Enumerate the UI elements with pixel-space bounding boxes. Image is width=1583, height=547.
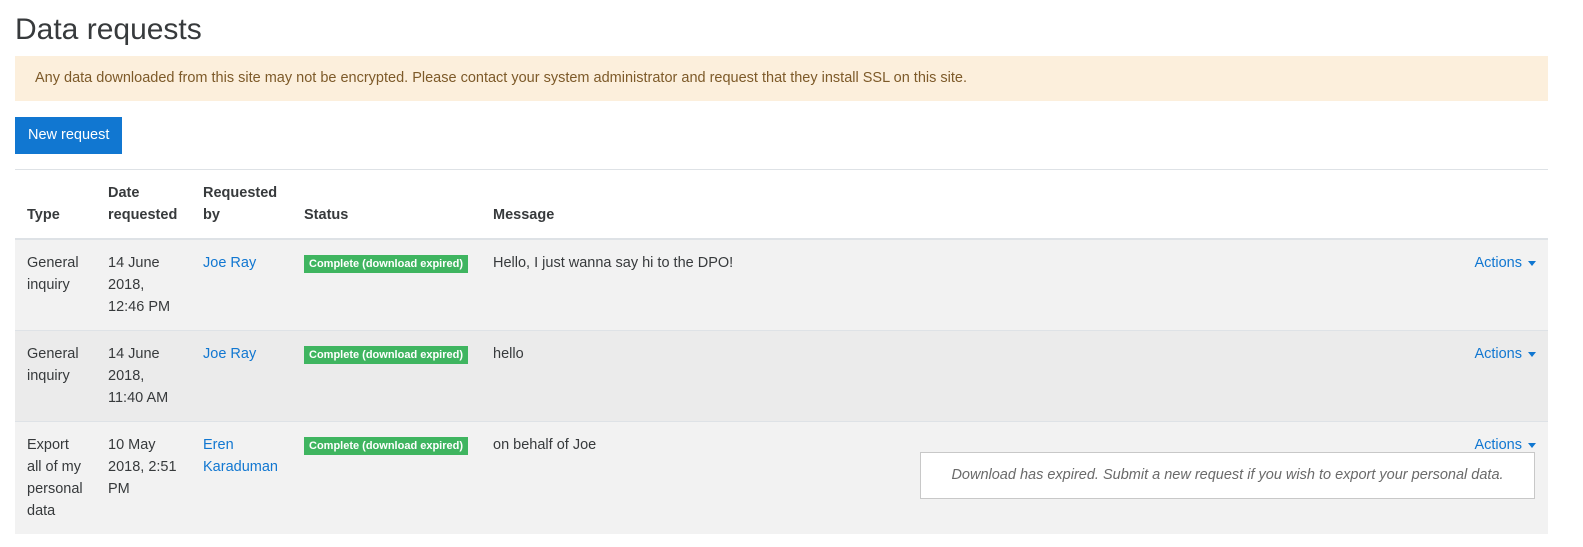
- column-header-requested-by: Requested by: [191, 170, 292, 240]
- table-row: General inquiry 14 June 2018, 11:40 AM J…: [15, 330, 1548, 422]
- cell-status: Complete (download expired): [292, 330, 481, 422]
- actions-menu-button[interactable]: Actions: [1430, 343, 1536, 365]
- actions-label: Actions: [1474, 437, 1522, 453]
- cell-requested-by: Joe Ray: [191, 330, 292, 422]
- cell-type: General inquiry: [15, 330, 96, 422]
- status-badge: Complete (download expired): [304, 346, 469, 364]
- requester-link[interactable]: Eren Karaduman: [203, 437, 278, 475]
- cell-type: General inquiry: [15, 238, 96, 331]
- cell-actions: Actions: [1418, 330, 1548, 422]
- new-request-button[interactable]: New request: [15, 117, 123, 154]
- column-header-date-requested: Date requested: [96, 170, 191, 240]
- page-title: Data requests: [15, 13, 202, 46]
- actions-label: Actions: [1474, 255, 1522, 271]
- column-header-message: Message: [481, 170, 1418, 240]
- requester-link[interactable]: Joe Ray: [203, 346, 256, 362]
- cell-message: hello: [481, 330, 1418, 422]
- column-header-type: Type: [15, 170, 96, 240]
- requester-link[interactable]: Joe Ray: [203, 255, 256, 271]
- cell-date: 14 June 2018, 12:46 PM: [96, 238, 191, 331]
- status-badge: Complete (download expired): [304, 437, 469, 455]
- caret-down-icon: [1528, 260, 1536, 266]
- ssl-warning-alert: Any data downloaded from this site may n…: [15, 56, 1548, 101]
- status-badge: Complete (download expired): [304, 255, 469, 273]
- column-header-actions: [1418, 170, 1548, 240]
- cell-date: 10 May 2018, 2:51 PM: [96, 421, 191, 534]
- cell-status: Complete (download expired): [292, 238, 481, 331]
- cell-requested-by: Joe Ray: [191, 238, 292, 331]
- cell-type: Export all of my personal data: [15, 421, 96, 534]
- table-header-row: Type Date requested Requested by Status …: [15, 170, 1548, 240]
- caret-down-icon: [1528, 351, 1536, 357]
- caret-down-icon: [1528, 442, 1536, 448]
- table-row: General inquiry 14 June 2018, 12:46 PM J…: [15, 238, 1548, 331]
- cell-message: Hello, I just wanna say hi to the DPO!: [481, 238, 1418, 331]
- cell-actions: Actions: [1418, 238, 1548, 331]
- cell-date: 14 June 2018, 11:40 AM: [96, 330, 191, 422]
- actions-label: Actions: [1474, 346, 1522, 362]
- download-expired-note: Download has expired. Submit a new reque…: [920, 452, 1535, 499]
- cell-status: Complete (download expired): [292, 421, 481, 534]
- cell-requested-by: Eren Karaduman: [191, 421, 292, 534]
- column-header-status: Status: [292, 170, 481, 240]
- actions-menu-button[interactable]: Actions: [1430, 252, 1536, 274]
- data-requests-page: Data requests Any data downloaded from t…: [0, 0, 1583, 547]
